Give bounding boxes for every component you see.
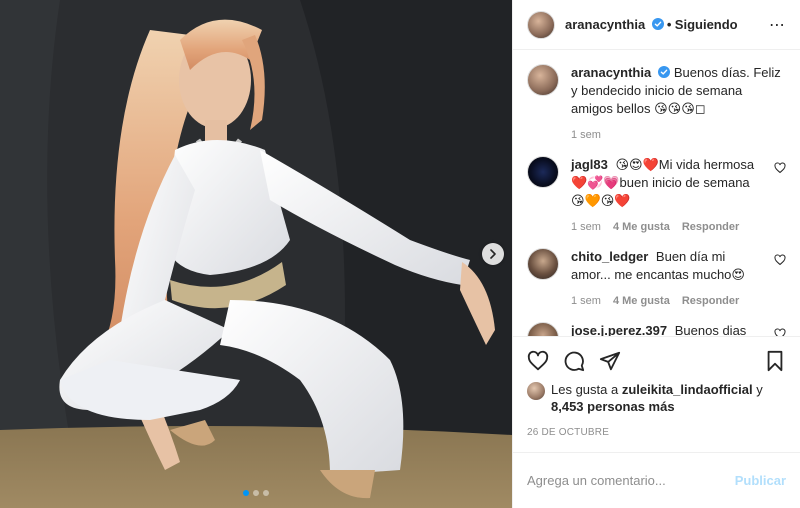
like-heart-icon[interactable] (527, 350, 549, 372)
reply-button[interactable]: Responder (682, 292, 739, 310)
more-options-icon[interactable]: ⋯ (769, 15, 786, 35)
publish-button[interactable]: Publicar (735, 473, 786, 488)
chevron-right-icon (490, 249, 496, 259)
carousel-dot-3 (263, 490, 269, 496)
post-photo[interactable] (0, 0, 512, 508)
verified-badge-icon (651, 18, 664, 30)
caption-avatar[interactable] (527, 64, 559, 96)
caption: aranacynthia Buenos días. Feliz y bendec… (527, 64, 786, 144)
add-comment-bar: Publicar (513, 452, 800, 508)
post-header: aranacynthia • Siguiendo ⋯ (513, 0, 800, 50)
liker-username[interactable]: zuleikita_lindaofficial (622, 382, 753, 397)
commenter-avatar[interactable] (527, 322, 559, 336)
comment-username[interactable]: chito_ledger (571, 249, 648, 264)
likes-prefix: Les gusta a (551, 382, 619, 397)
comment-bubble-icon[interactable] (563, 350, 585, 372)
photo-illustration (0, 0, 512, 508)
author-avatar[interactable] (527, 10, 555, 39)
like-comment-heart-icon[interactable] (774, 162, 786, 174)
next-photo-button[interactable] (482, 243, 504, 265)
comment-likes[interactable]: 4 Me gusta (613, 218, 670, 236)
comment-item: chito_ledger Buen día mi amor... me enca… (527, 248, 786, 310)
caption-time[interactable]: 1 sem (571, 126, 601, 144)
commenter-avatar[interactable] (527, 248, 559, 280)
share-paper-plane-icon[interactable] (599, 350, 621, 372)
likes-count[interactable]: 8,453 personas más (551, 399, 675, 414)
comment-item: jagl83 😘😍❤️Mi vida hermosa ❤️💞💗buen inic… (527, 156, 786, 236)
instagram-post: aranacynthia • Siguiendo ⋯ aranacynthia … (0, 0, 800, 508)
commenter-avatar[interactable] (527, 156, 559, 188)
comment-time[interactable]: 1 sem (571, 218, 601, 236)
comment-username[interactable]: jose.j.perez.397 (571, 323, 667, 336)
comments-list: aranacynthia Buenos días. Feliz y bendec… (513, 50, 800, 336)
carousel-indicator (0, 490, 512, 496)
reply-button[interactable]: Responder (682, 218, 739, 236)
carousel-dot-1 (243, 490, 249, 496)
comment-username[interactable]: jagl83 (571, 157, 608, 172)
caption-username[interactable]: aranacynthia (571, 65, 651, 80)
carousel-dot-2 (253, 490, 259, 496)
author-username[interactable]: aranacynthia (565, 17, 645, 32)
following-button[interactable]: Siguiendo (675, 17, 738, 32)
separator-dot: • (666, 17, 672, 32)
save-bookmark-icon[interactable] (764, 350, 786, 372)
post-date[interactable]: 26 DE OCTUBRE (527, 427, 786, 438)
liker-avatar[interactable] (527, 382, 545, 400)
post-actions: Les gusta a zuleikita_lindaofficial y 8,… (513, 336, 800, 438)
likes-summary: Les gusta a zuleikita_lindaofficial y 8,… (527, 381, 786, 415)
comment-likes[interactable]: 4 Me gusta (613, 292, 670, 310)
comment-item: jose.j.perez.397 Buenos dias😍❤️ (527, 322, 786, 336)
post-sidebar: aranacynthia • Siguiendo ⋯ aranacynthia … (512, 0, 800, 508)
like-comment-heart-icon[interactable] (774, 328, 786, 336)
comment-time[interactable]: 1 sem (571, 292, 601, 310)
like-comment-heart-icon[interactable] (774, 254, 786, 266)
likes-joiner: y (756, 382, 763, 397)
comment-input[interactable] (527, 473, 735, 488)
verified-badge-icon (658, 66, 671, 78)
